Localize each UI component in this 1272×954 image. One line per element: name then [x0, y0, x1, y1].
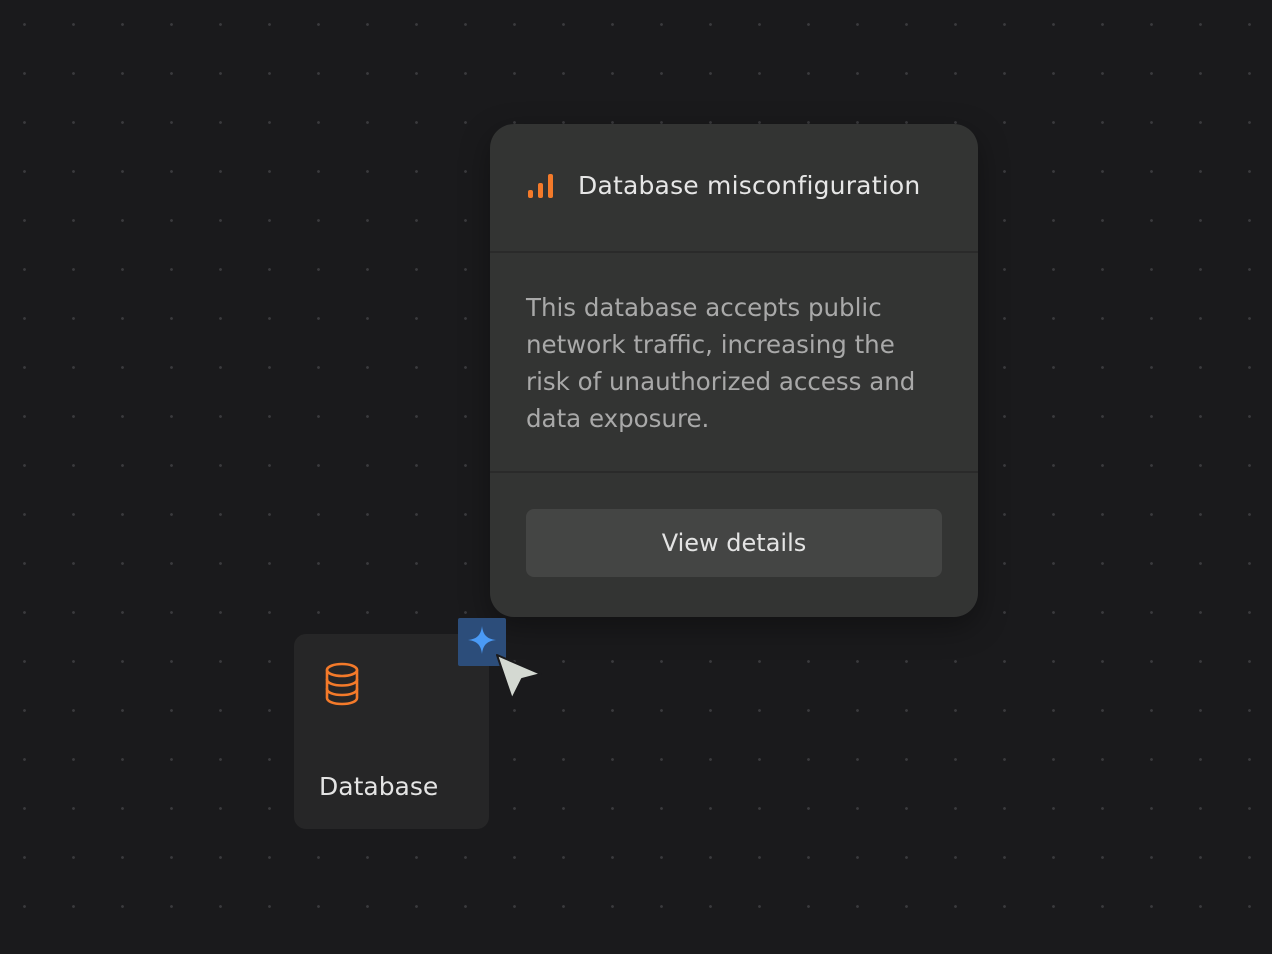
- database-icon: [324, 662, 360, 706]
- sparkle-icon: [467, 625, 497, 659]
- signal-bars-icon: [528, 172, 556, 200]
- popover-description: This database accepts public network tra…: [526, 293, 916, 433]
- node-label: Database: [319, 772, 439, 801]
- popover-title: Database misconfiguration: [578, 171, 921, 200]
- popover-body: This database accepts public network tra…: [490, 253, 978, 473]
- popover-header: Database misconfiguration: [490, 124, 978, 253]
- issue-popover: Database misconfiguration This database …: [490, 124, 978, 617]
- mouse-pointer-icon: [494, 652, 546, 704]
- popover-footer: View details: [490, 473, 978, 577]
- view-details-button[interactable]: View details: [526, 509, 942, 577]
